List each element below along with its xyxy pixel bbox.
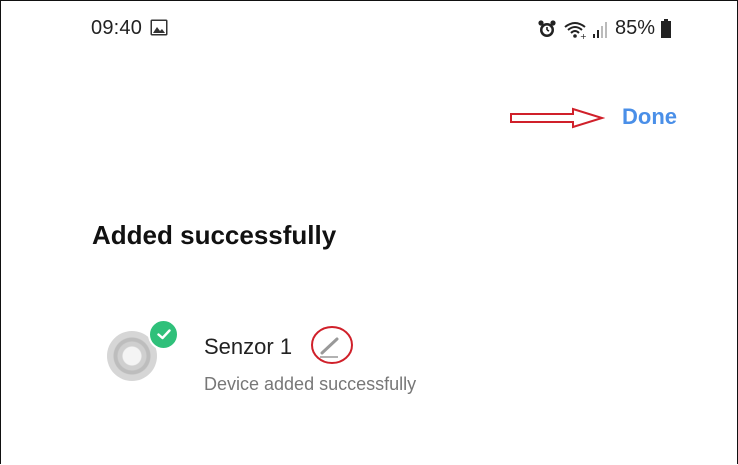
page-title: Added successfully	[92, 220, 337, 250]
device-status: Device added successfully	[204, 374, 417, 394]
battery-percent: 85%	[614, 17, 655, 39]
battery-icon	[661, 19, 671, 38]
svg-text:+: +	[580, 32, 587, 39]
wifi-icon: +	[564, 21, 587, 39]
red-arrow-annotation	[510, 107, 605, 129]
check-icon	[148, 319, 179, 350]
done-button[interactable]: Done	[622, 104, 677, 130]
phone-screen: 09:40 + 85% Done Added successfully Senz…	[0, 0, 738, 464]
pencil-icon	[311, 326, 353, 364]
device-name: Senzor 1	[204, 334, 293, 359]
edit-name-button[interactable]	[308, 321, 358, 367]
status-time: 09:40	[91, 17, 143, 39]
alarm-icon	[538, 19, 556, 37]
signal-icon	[592, 21, 607, 38]
gallery-icon	[150, 19, 168, 36]
status-indicators: + 85%	[537, 17, 671, 40]
